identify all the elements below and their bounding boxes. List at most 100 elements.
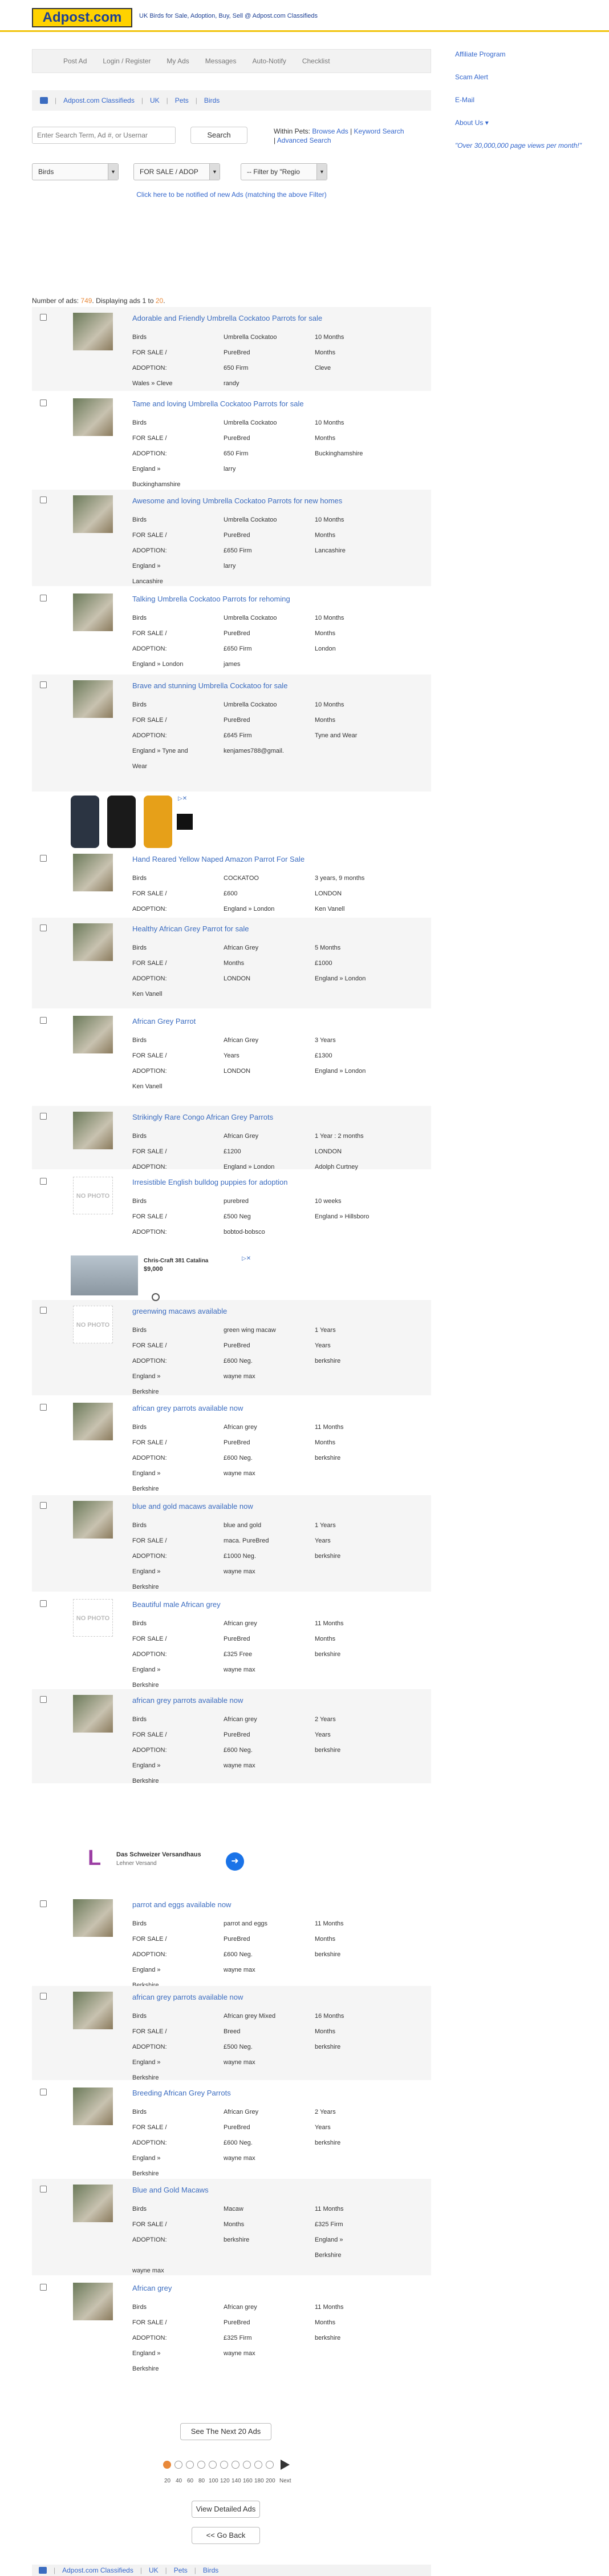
ad-checkbox[interactable] (40, 1993, 47, 2000)
ad-title[interactable]: Adorable and Friendly Umbrella Cockatoo … (132, 314, 322, 322)
ad-thumbnail[interactable] (73, 313, 113, 350)
page-dot[interactable] (254, 2461, 262, 2469)
ad-title[interactable]: blue and gold macaws available now (132, 1502, 253, 1511)
no-photo-placeholder[interactable]: NO PHOTO (73, 1599, 113, 1637)
type-select[interactable]: FOR SALE / ADOP ▼ (133, 163, 220, 180)
page-label[interactable]: 60 (187, 2478, 193, 2484)
ad-thumbnail[interactable] (73, 398, 113, 436)
page-dot-current[interactable] (163, 2461, 171, 2469)
ad-title[interactable]: African Grey Parrot (132, 1017, 196, 1025)
ad-thumbnail[interactable] (73, 1992, 113, 2029)
crumb-classifieds[interactable]: Adpost.com Classifieds (63, 96, 135, 104)
browse-ads-link[interactable]: Browse Ads (312, 127, 348, 135)
ad-title[interactable]: Blue and Gold Macaws (132, 2186, 209, 2194)
nav-post-ad[interactable]: Post Ad (55, 57, 95, 65)
ad-checkbox[interactable] (40, 1113, 47, 1120)
ad-title[interactable]: african grey parrots available now (132, 1404, 243, 1412)
email-link[interactable]: E-Mail (455, 96, 474, 104)
ad-checkbox[interactable] (40, 399, 47, 406)
page-dot[interactable] (220, 2461, 228, 2469)
ad-checkbox[interactable] (40, 2089, 47, 2095)
ad-checkbox[interactable] (40, 2284, 47, 2291)
ad-thumbnail[interactable] (73, 1899, 113, 1937)
page-dot[interactable] (266, 2461, 274, 2469)
next-ads-button[interactable]: See The Next 20 Ads (180, 2423, 271, 2440)
footer-crumb-uk[interactable]: UK (149, 2566, 159, 2574)
footer-crumb-pets[interactable]: Pets (174, 2566, 188, 2574)
page-label-next[interactable]: Next (279, 2478, 291, 2484)
nav-my-ads[interactable]: My Ads (159, 57, 197, 65)
ad-checkbox[interactable] (40, 1600, 47, 1607)
region-select[interactable]: -- Filter by "Regio ▼ (241, 163, 327, 180)
no-photo-placeholder[interactable]: NO PHOTO (73, 1306, 113, 1343)
ad-checkbox[interactable] (40, 1017, 47, 1024)
page-label[interactable]: 80 (198, 2478, 205, 2484)
footer-crumb-birds[interactable]: Birds (203, 2566, 218, 2574)
search-button[interactable]: Search (190, 127, 247, 144)
play-next-icon[interactable] (281, 2460, 290, 2470)
page-label[interactable]: 100 (209, 2478, 218, 2484)
ad-checkbox[interactable] (40, 1696, 47, 1703)
ad-thumbnail[interactable] (73, 2088, 113, 2125)
home-icon[interactable] (40, 97, 48, 104)
crumb-birds[interactable]: Birds (204, 96, 220, 104)
ad-checkbox[interactable] (40, 924, 47, 931)
page-label[interactable]: 140 (232, 2478, 241, 2484)
scam-alert-link[interactable]: Scam Alert (455, 73, 488, 81)
no-photo-placeholder[interactable]: NO PHOTO (73, 1177, 113, 1214)
ad-title[interactable]: Beautiful male African grey (132, 1600, 221, 1609)
nav-login[interactable]: Login / Register (95, 57, 159, 65)
nav-messages[interactable]: Messages (197, 57, 245, 65)
ad-title[interactable]: Irresistible English bulldog puppies for… (132, 1178, 287, 1186)
ad-checkbox[interactable] (40, 1900, 47, 1907)
ad-thumbnail[interactable] (73, 1501, 113, 1539)
page-label[interactable]: 200 (266, 2478, 275, 2484)
category-select[interactable]: Birds ▼ (32, 163, 119, 180)
site-logo[interactable]: Adpost.com (32, 8, 132, 27)
arrow-right-icon[interactable]: ➜ (226, 1852, 244, 1871)
ad-title[interactable]: Hand Reared Yellow Naped Amazon Parrot F… (132, 855, 304, 863)
ad-thumbnail[interactable] (73, 1403, 113, 1440)
ad-checkbox[interactable] (40, 2186, 47, 2193)
ad-checkbox[interactable] (40, 1404, 47, 1411)
page-label[interactable]: 20 (164, 2478, 170, 2484)
nav-auto-notify[interactable]: Auto-Notify (244, 57, 294, 65)
ad-title[interactable]: African grey (132, 2284, 172, 2292)
ad-thumbnail[interactable] (73, 1695, 113, 1733)
ad-thumbnail[interactable] (73, 593, 113, 631)
ad-title[interactable]: Awesome and loving Umbrella Cockatoo Par… (132, 496, 342, 505)
ad-choices-icon[interactable]: ▷✕ (242, 1255, 251, 1262)
ad-title[interactable]: Tame and loving Umbrella Cockatoo Parrot… (132, 399, 304, 408)
info-icon[interactable] (152, 1293, 160, 1301)
ad-checkbox[interactable] (40, 855, 47, 862)
nav-checklist[interactable]: Checklist (294, 57, 338, 65)
affiliate-link[interactable]: Affiliate Program (455, 50, 505, 58)
ad-checkbox[interactable] (40, 1178, 47, 1185)
ad-checkbox[interactable] (40, 496, 47, 503)
ad-thumbnail[interactable] (73, 923, 113, 961)
search-input[interactable] (32, 127, 176, 144)
ad-thumbnail[interactable] (73, 1016, 113, 1053)
home-icon[interactable] (39, 2567, 47, 2574)
notify-text[interactable]: Click here to be notified of new Ads (ma… (136, 191, 327, 199)
ad-title[interactable]: Breeding African Grey Parrots (132, 2089, 231, 2097)
page-dot[interactable] (243, 2461, 251, 2469)
ad-thumbnail[interactable] (73, 680, 113, 718)
ad-title[interactable]: Healthy African Grey Parrot for sale (132, 924, 249, 933)
boat-promo[interactable]: Chris-Craft 381 Catalina $9,000 ▷✕ (71, 1255, 253, 1301)
ad-checkbox[interactable] (40, 681, 47, 688)
ad-title[interactable]: parrot and eggs available now (132, 1900, 231, 1909)
ad-choices-icon[interactable]: ▷✕ (178, 796, 187, 802)
ad-checkbox[interactable] (40, 595, 47, 601)
ad-thumbnail[interactable] (73, 2283, 113, 2320)
ad-thumbnail[interactable] (73, 1112, 113, 1149)
keyword-search-link[interactable]: Keyword Search (354, 127, 404, 135)
ad-thumbnail[interactable] (73, 2185, 113, 2222)
ad-title[interactable]: Strikingly Rare Congo African Grey Parro… (132, 1113, 273, 1121)
page-dot[interactable] (186, 2461, 194, 2469)
ad-title[interactable]: greenwing macaws available (132, 1307, 227, 1315)
ad-title[interactable]: african grey parrots available now (132, 1696, 243, 1705)
page-label[interactable]: 180 (254, 2478, 264, 2484)
ad-thumbnail[interactable] (73, 495, 113, 533)
footer-crumb-classifieds[interactable]: Adpost.com Classifieds (62, 2566, 133, 2574)
